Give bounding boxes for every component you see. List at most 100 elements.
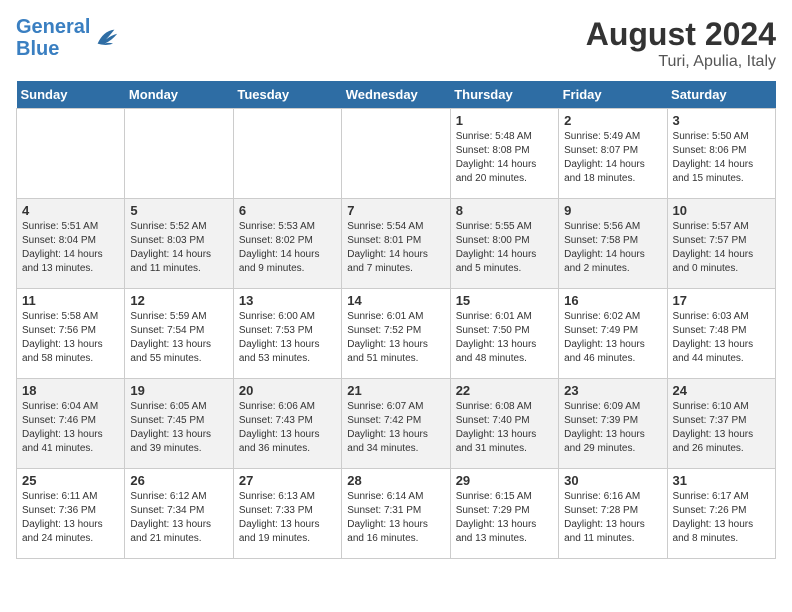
logo: General Blue bbox=[16, 16, 120, 60]
calendar-cell bbox=[125, 109, 233, 199]
day-number: 7 bbox=[347, 203, 444, 218]
day-info: Sunrise: 6:05 AM Sunset: 7:45 PM Dayligh… bbox=[130, 400, 227, 456]
day-info: Sunrise: 5:50 AM Sunset: 8:06 PM Dayligh… bbox=[673, 130, 770, 186]
day-number: 20 bbox=[239, 383, 336, 398]
weekday-header-friday: Friday bbox=[559, 81, 667, 109]
calendar-cell: 7 Sunrise: 5:54 AM Sunset: 8:01 PM Daylig… bbox=[342, 199, 450, 289]
day-info: Sunrise: 6:00 AM Sunset: 7:53 PM Dayligh… bbox=[239, 310, 336, 366]
calendar-cell: 3 Sunrise: 5:50 AM Sunset: 8:06 PM Daylig… bbox=[667, 109, 775, 199]
day-number: 13 bbox=[239, 293, 336, 308]
page-subtitle: Turi, Apulia, Italy bbox=[586, 53, 776, 71]
calendar-cell: 16 Sunrise: 6:02 AM Sunset: 7:49 PM Dayli… bbox=[559, 289, 667, 379]
day-info: Sunrise: 5:54 AM Sunset: 8:01 PM Dayligh… bbox=[347, 220, 444, 276]
day-info: Sunrise: 6:01 AM Sunset: 7:52 PM Dayligh… bbox=[347, 310, 444, 366]
day-info: Sunrise: 6:14 AM Sunset: 7:31 PM Dayligh… bbox=[347, 490, 444, 546]
calendar-cell: 21Sunrise: 6:07 AM Sunset: 7:42 PM Dayli… bbox=[342, 379, 450, 469]
day-info: Sunrise: 6:03 AM Sunset: 7:48 PM Dayligh… bbox=[673, 310, 770, 366]
calendar-cell: 19 Sunrise: 6:05 AM Sunset: 7:45 PM Dayli… bbox=[125, 379, 233, 469]
day-number: 1 bbox=[456, 113, 553, 128]
title-block: August 2024 Turi, Apulia, Italy bbox=[586, 16, 776, 71]
calendar-cell: 10 Sunrise: 5:57 AM Sunset: 7:57 PM Dayli… bbox=[667, 199, 775, 289]
calendar-week-3: 11 Sunrise: 5:58 AM Sunset: 7:56 PM Dayli… bbox=[17, 289, 776, 379]
day-number: 27 bbox=[239, 473, 336, 488]
weekday-header-thursday: Thursday bbox=[450, 81, 558, 109]
day-number: 17 bbox=[673, 293, 770, 308]
day-number: 8 bbox=[456, 203, 553, 218]
calendar-cell: 14 Sunrise: 6:01 AM Sunset: 7:52 PM Dayli… bbox=[342, 289, 450, 379]
day-number: 9 bbox=[564, 203, 661, 218]
logo-general: General bbox=[16, 16, 90, 38]
weekday-header-wednesday: Wednesday bbox=[342, 81, 450, 109]
calendar-cell: 9Sunrise: 5:56 AM Sunset: 7:58 PM Daylig… bbox=[559, 199, 667, 289]
calendar-cell: 22 Sunrise: 6:08 AM Sunset: 7:40 PM Dayli… bbox=[450, 379, 558, 469]
day-number: 3 bbox=[673, 113, 770, 128]
day-info: Sunrise: 6:01 AM Sunset: 7:50 PM Dayligh… bbox=[456, 310, 553, 366]
day-info: Sunrise: 5:58 AM Sunset: 7:56 PM Dayligh… bbox=[22, 310, 119, 366]
page-title: August 2024 bbox=[586, 16, 776, 53]
calendar-cell: 26Sunrise: 6:12 AM Sunset: 7:34 PM Dayli… bbox=[125, 469, 233, 559]
calendar-cell: 25 Sunrise: 6:11 AM Sunset: 7:36 PM Dayli… bbox=[17, 469, 125, 559]
calendar-cell bbox=[233, 109, 341, 199]
day-number: 22 bbox=[456, 383, 553, 398]
calendar-cell: 11 Sunrise: 5:58 AM Sunset: 7:56 PM Dayli… bbox=[17, 289, 125, 379]
weekday-header-sunday: Sunday bbox=[17, 81, 125, 109]
day-info: Sunrise: 6:02 AM Sunset: 7:49 PM Dayligh… bbox=[564, 310, 661, 366]
day-number: 25 bbox=[22, 473, 119, 488]
calendar-cell: 6 Sunrise: 5:53 AM Sunset: 8:02 PM Daylig… bbox=[233, 199, 341, 289]
day-info: Sunrise: 6:08 AM Sunset: 7:40 PM Dayligh… bbox=[456, 400, 553, 456]
calendar-cell: 24Sunrise: 6:10 AM Sunset: 7:37 PM Dayli… bbox=[667, 379, 775, 469]
calendar-cell: 30 Sunrise: 6:16 AM Sunset: 7:28 PM Dayli… bbox=[559, 469, 667, 559]
day-info: Sunrise: 6:11 AM Sunset: 7:36 PM Dayligh… bbox=[22, 490, 119, 546]
day-info: Sunrise: 5:48 AM Sunset: 8:08 PM Dayligh… bbox=[456, 130, 553, 186]
calendar-cell: 2Sunrise: 5:49 AM Sunset: 8:07 PM Daylig… bbox=[559, 109, 667, 199]
day-info: Sunrise: 5:51 AM Sunset: 8:04 PM Dayligh… bbox=[22, 220, 119, 276]
calendar-cell: 1 Sunrise: 5:48 AM Sunset: 8:08 PM Daylig… bbox=[450, 109, 558, 199]
day-number: 30 bbox=[564, 473, 661, 488]
day-number: 29 bbox=[456, 473, 553, 488]
day-info: Sunrise: 5:59 AM Sunset: 7:54 PM Dayligh… bbox=[130, 310, 227, 366]
calendar-cell: 29 Sunrise: 6:15 AM Sunset: 7:29 PM Dayli… bbox=[450, 469, 558, 559]
weekday-header-row: SundayMondayTuesdayWednesdayThursdayFrid… bbox=[17, 81, 776, 109]
day-number: 12 bbox=[130, 293, 227, 308]
calendar-cell: 12 Sunrise: 5:59 AM Sunset: 7:54 PM Dayli… bbox=[125, 289, 233, 379]
day-info: Sunrise: 6:13 AM Sunset: 7:33 PM Dayligh… bbox=[239, 490, 336, 546]
day-number: 2 bbox=[564, 113, 661, 128]
day-info: Sunrise: 6:09 AM Sunset: 7:39 PM Dayligh… bbox=[564, 400, 661, 456]
page-header: General Blue August 2024 Turi, Apulia, I… bbox=[16, 16, 776, 71]
calendar-cell: 31 Sunrise: 6:17 AM Sunset: 7:26 PM Dayli… bbox=[667, 469, 775, 559]
day-number: 10 bbox=[673, 203, 770, 218]
day-info: Sunrise: 6:04 AM Sunset: 7:46 PM Dayligh… bbox=[22, 400, 119, 456]
calendar-cell: 28 Sunrise: 6:14 AM Sunset: 7:31 PM Dayli… bbox=[342, 469, 450, 559]
day-number: 6 bbox=[239, 203, 336, 218]
calendar-cell: 20 Sunrise: 6:06 AM Sunset: 7:43 PM Dayli… bbox=[233, 379, 341, 469]
calendar-cell bbox=[17, 109, 125, 199]
calendar-cell: 4Sunrise: 5:51 AM Sunset: 8:04 PM Daylig… bbox=[17, 199, 125, 289]
day-number: 5 bbox=[130, 203, 227, 218]
day-info: Sunrise: 5:57 AM Sunset: 7:57 PM Dayligh… bbox=[673, 220, 770, 276]
day-number: 15 bbox=[456, 293, 553, 308]
day-info: Sunrise: 5:53 AM Sunset: 8:02 PM Dayligh… bbox=[239, 220, 336, 276]
day-info: Sunrise: 5:52 AM Sunset: 8:03 PM Dayligh… bbox=[130, 220, 227, 276]
day-number: 26 bbox=[130, 473, 227, 488]
day-info: Sunrise: 6:16 AM Sunset: 7:28 PM Dayligh… bbox=[564, 490, 661, 546]
weekday-header-monday: Monday bbox=[125, 81, 233, 109]
calendar-cell: 8 Sunrise: 5:55 AM Sunset: 8:00 PM Daylig… bbox=[450, 199, 558, 289]
logo-bird-icon bbox=[92, 24, 120, 52]
day-number: 21 bbox=[347, 383, 444, 398]
day-number: 31 bbox=[673, 473, 770, 488]
calendar-cell: 27 Sunrise: 6:13 AM Sunset: 7:33 PM Dayli… bbox=[233, 469, 341, 559]
day-info: Sunrise: 5:55 AM Sunset: 8:00 PM Dayligh… bbox=[456, 220, 553, 276]
day-number: 11 bbox=[22, 293, 119, 308]
calendar-week-2: 4Sunrise: 5:51 AM Sunset: 8:04 PM Daylig… bbox=[17, 199, 776, 289]
day-number: 16 bbox=[564, 293, 661, 308]
calendar-cell: 18 Sunrise: 6:04 AM Sunset: 7:46 PM Dayli… bbox=[17, 379, 125, 469]
calendar-cell: 5 Sunrise: 5:52 AM Sunset: 8:03 PM Daylig… bbox=[125, 199, 233, 289]
day-info: Sunrise: 6:15 AM Sunset: 7:29 PM Dayligh… bbox=[456, 490, 553, 546]
day-number: 18 bbox=[22, 383, 119, 398]
calendar-week-4: 18 Sunrise: 6:04 AM Sunset: 7:46 PM Dayli… bbox=[17, 379, 776, 469]
day-info: Sunrise: 6:06 AM Sunset: 7:43 PM Dayligh… bbox=[239, 400, 336, 456]
day-number: 28 bbox=[347, 473, 444, 488]
day-info: Sunrise: 6:17 AM Sunset: 7:26 PM Dayligh… bbox=[673, 490, 770, 546]
day-number: 19 bbox=[130, 383, 227, 398]
day-number: 14 bbox=[347, 293, 444, 308]
